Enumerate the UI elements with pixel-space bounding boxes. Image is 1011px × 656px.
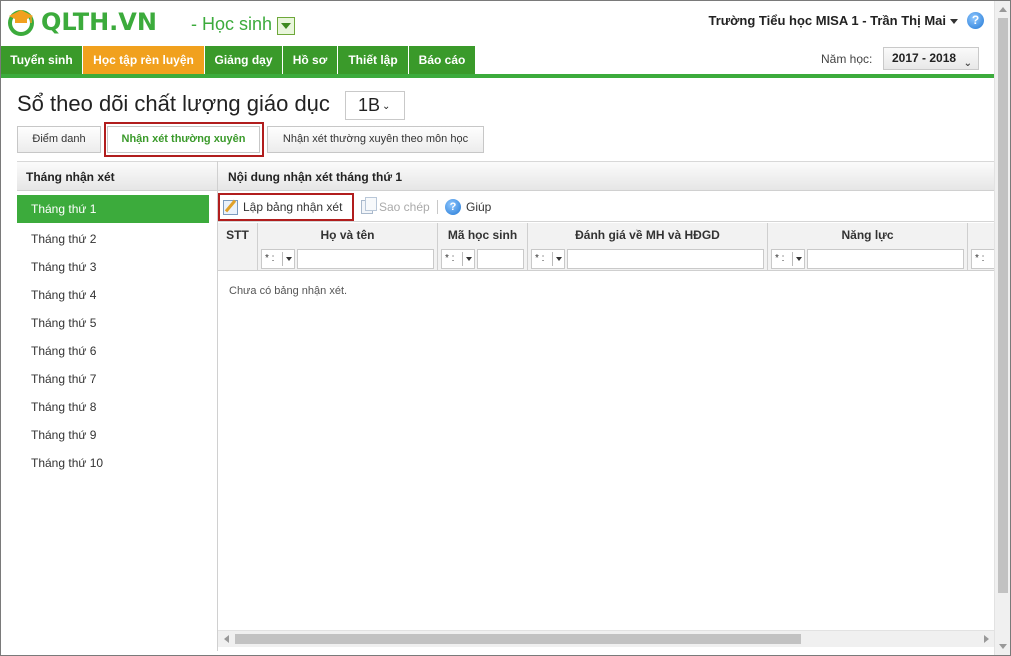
month-item[interactable]: Tháng thứ 3 xyxy=(17,253,217,281)
column-filter: * : xyxy=(528,249,768,269)
filter-input-name[interactable] xyxy=(297,249,434,269)
filter-input-subject-eval[interactable] xyxy=(567,249,764,269)
tab-diem-danh[interactable]: Điểm danh xyxy=(17,126,101,153)
column-overflow: * : xyxy=(968,223,995,271)
brand-name: QLTH.VN xyxy=(41,8,157,36)
chevron-down-icon: ⌄ xyxy=(382,100,391,112)
month-panel: Tháng nhận xét Tháng thứ 1 Tháng thứ 2 T… xyxy=(17,161,217,651)
copy-icon xyxy=(361,197,377,214)
role-dropdown-button[interactable] xyxy=(277,17,295,35)
scroll-up-icon[interactable] xyxy=(999,7,1007,12)
horizontal-scrollbar[interactable] xyxy=(218,630,995,647)
comment-toolbar: Lập bảng nhận xét Sao chép ? Giúp xyxy=(218,192,995,222)
column-ma-hoc-sinh: Mã học sinh * : xyxy=(438,223,528,271)
nav-thiet-lap[interactable]: Thiết lập xyxy=(338,46,409,74)
app-window: QLTH.VN - Học sinh Trường Tiểu học MISA … xyxy=(0,0,1011,656)
column-title: STT xyxy=(226,228,249,242)
school-year-select[interactable]: 2017 - 2018 ⌄ xyxy=(883,47,979,70)
month-list: Tháng thứ 1 Tháng thứ 2 Tháng thứ 3 Thán… xyxy=(17,191,217,477)
column-stt: STT xyxy=(218,223,258,271)
help-button[interactable]: ? Giúp xyxy=(445,197,497,217)
vertical-scrollbar[interactable] xyxy=(994,1,1010,655)
help-label: Giúp xyxy=(466,200,492,214)
comment-panel: Nội dung nhận xét tháng thứ 1 Lập bảng n… xyxy=(217,161,995,651)
caret-down-icon xyxy=(286,257,292,261)
page-title: Sổ theo dõi chất lượng giáo dục xyxy=(17,91,330,116)
user-name: Trường Tiểu học MISA 1 - Trần Thị Mai xyxy=(708,13,946,28)
caret-down-icon xyxy=(796,257,802,261)
school-year-value: 2017 - 2018 xyxy=(892,51,957,65)
column-filter: * : xyxy=(258,249,438,269)
role-label: - Học sinh xyxy=(191,14,273,34)
column-title: Mã học sinh xyxy=(447,228,518,242)
month-item[interactable]: Tháng thứ 6 xyxy=(17,337,217,365)
column-title: Họ và tên xyxy=(320,228,375,242)
help-icon[interactable]: ? xyxy=(967,12,984,29)
column-filter: * : xyxy=(438,249,528,269)
column-title: Năng lực xyxy=(841,228,894,242)
tab-nhan-xet-theo-mon-hoc[interactable]: Nhận xét thường xuyên theo môn học xyxy=(267,126,484,153)
month-item[interactable]: Tháng thứ 10 xyxy=(17,449,217,477)
nav-giang-day[interactable]: Giảng dạy xyxy=(205,46,283,74)
scrollbar-thumb[interactable] xyxy=(998,18,1008,593)
class-value: 1B xyxy=(358,95,381,115)
month-item[interactable]: Tháng thứ 5 xyxy=(17,309,217,337)
scrollbar-thumb[interactable] xyxy=(235,634,801,644)
column-filter: * : xyxy=(768,249,968,269)
column-nang-luc: Năng lực * : xyxy=(768,223,968,271)
filter-input-competence[interactable] xyxy=(807,249,964,269)
school-year-label: Năm học: xyxy=(821,52,873,66)
caret-down-icon xyxy=(466,257,472,261)
month-item[interactable]: Tháng thứ 8 xyxy=(17,393,217,421)
empty-message: Chưa có bảng nhận xét. xyxy=(229,285,348,297)
scroll-right-icon[interactable] xyxy=(984,635,989,643)
filter-operator-select[interactable]: * : xyxy=(261,249,295,269)
toolbar-divider xyxy=(437,200,438,214)
help-icon: ? xyxy=(445,199,461,215)
copy-label: Sao chép xyxy=(379,200,430,214)
filter-operator-select[interactable]: * : xyxy=(971,249,995,269)
nav-bao-cao[interactable]: Báo cáo xyxy=(409,46,476,74)
column-filter: * : xyxy=(968,249,995,269)
column-title: Đánh giá về MH và HĐGD xyxy=(575,228,720,242)
column-ho-va-ten: Họ và tên * : xyxy=(258,223,438,271)
chevron-down-icon: ⌄ xyxy=(963,58,972,69)
nav-ho-so[interactable]: Hồ sơ xyxy=(283,46,338,74)
month-item[interactable]: Tháng thứ 4 xyxy=(17,281,217,309)
month-item[interactable]: Tháng thứ 1 xyxy=(17,195,209,223)
class-select[interactable]: 1B ⌄ xyxy=(345,91,405,120)
filter-operator-select[interactable]: * : xyxy=(531,249,565,269)
copy-button[interactable]: Sao chép xyxy=(359,197,433,217)
nav-tuyen-sinh[interactable]: Tuyển sinh xyxy=(1,46,83,74)
month-item[interactable]: Tháng thứ 2 xyxy=(17,225,217,253)
app-header: QLTH.VN - Học sinh Trường Tiểu học MISA … xyxy=(1,1,994,45)
highlight-box xyxy=(218,193,354,221)
scroll-left-icon[interactable] xyxy=(224,635,229,643)
grid-header: STT Họ và tên * : Mã học sinh * : Đánh g… xyxy=(218,223,995,271)
highlight-box xyxy=(104,122,264,157)
month-item[interactable]: Tháng thứ 7 xyxy=(17,365,217,393)
filter-operator-select[interactable]: * : xyxy=(771,249,805,269)
nav-hoc-tap-ren-luyen[interactable]: Học tập rèn luyện xyxy=(83,46,205,74)
month-item[interactable]: Tháng thứ 9 xyxy=(17,421,217,449)
user-menu[interactable]: Trường Tiểu học MISA 1 - Trần Thị Mai xyxy=(708,13,958,28)
comment-panel-title: Nội dung nhận xét tháng thứ 1 xyxy=(218,161,994,191)
filter-operator-select[interactable]: * : xyxy=(441,249,475,269)
month-panel-title: Tháng nhận xét xyxy=(17,161,217,191)
scroll-down-icon[interactable] xyxy=(999,644,1007,649)
filter-input-student-code[interactable] xyxy=(477,249,524,269)
graduation-cap-logo-icon xyxy=(8,10,34,36)
caret-down-icon xyxy=(556,257,562,261)
caret-down-icon xyxy=(950,19,958,25)
column-danh-gia-mh: Đánh giá về MH và HĐGD * : xyxy=(528,223,768,271)
